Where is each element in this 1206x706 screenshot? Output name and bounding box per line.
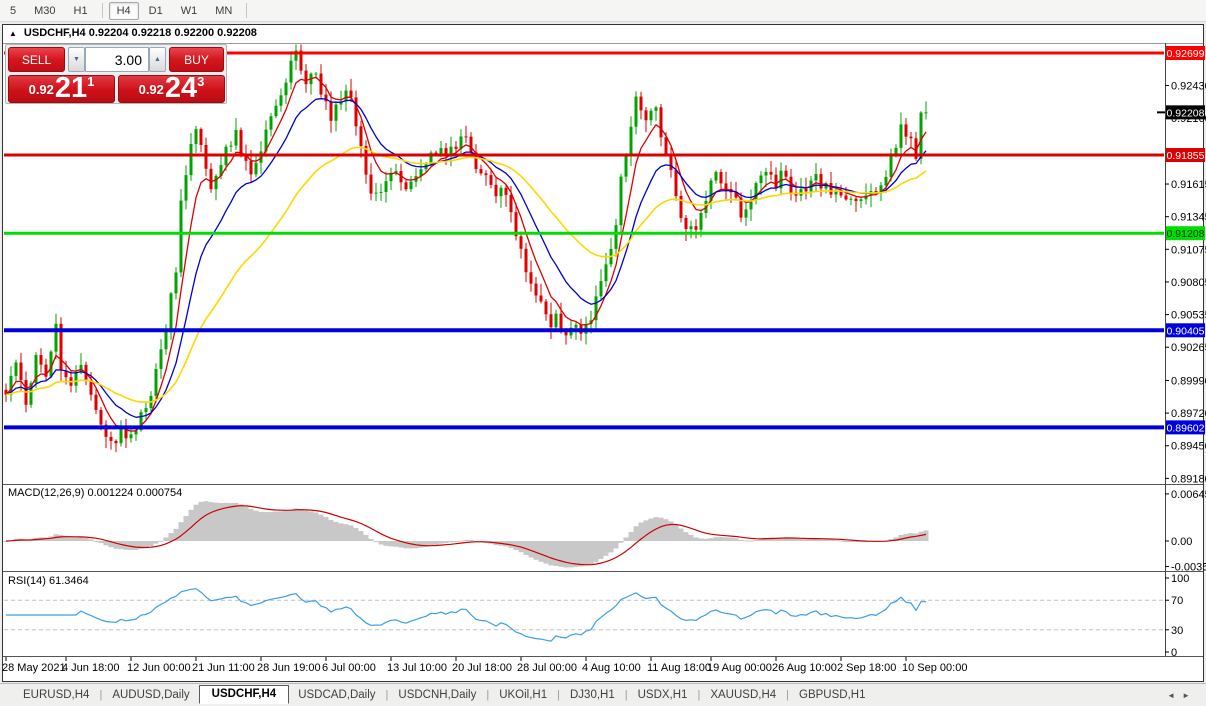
svg-text:0.00: 0.00	[1171, 536, 1192, 548]
chart-title-text: USDCHF,H4 0.92204 0.92218 0.92200 0.9220…	[24, 27, 257, 39]
timeframe-button-w1[interactable]: W1	[173, 2, 206, 20]
svg-text:0.92699: 0.92699	[1167, 48, 1205, 60]
svg-text:0.89180: 0.89180	[1171, 473, 1206, 485]
toolbar-separator	[246, 3, 247, 18]
chart-tab-bar: EURUSD,H4|AUDUSD,DailyUSDCHF,H4USDCAD,Da…	[0, 683, 1206, 706]
svg-text:28 May 2021: 28 May 2021	[2, 662, 66, 674]
volume-increase-button[interactable]: ▲	[149, 47, 166, 72]
scroll-right-icon[interactable]: ►	[1182, 691, 1197, 700]
volume-input[interactable]	[85, 47, 149, 72]
scroll-left-icon[interactable]: ◄	[1167, 691, 1182, 700]
svg-text:11 Aug 18:00: 11 Aug 18:00	[647, 662, 711, 674]
chart-tab-usdx[interactable]: USDX,H1	[629, 686, 697, 704]
chart-tab-gbpusd[interactable]: GBPUSD,H1	[790, 686, 874, 704]
svg-text:0.91615: 0.91615	[1171, 179, 1206, 191]
timeframe-button-h1[interactable]: H1	[66, 2, 96, 20]
one-click-trade-panel: SELL ▼ ▲ BUY 0.92 21 1 0.92 24 3	[5, 44, 227, 104]
timeframe-toolbar: 5M30H1 H4D1W1MN	[0, 0, 1206, 22]
timeframe-button-h4[interactable]: H4	[109, 2, 139, 20]
svg-text:19 Aug 00:00: 19 Aug 00:00	[707, 662, 772, 674]
buy-price-prefix: 0.92	[139, 82, 164, 97]
svg-text:4 Jun 18:00: 4 Jun 18:00	[62, 662, 120, 674]
svg-text:0: 0	[1171, 647, 1177, 659]
tab-separator: |	[697, 689, 700, 701]
chart-tab-usdchf[interactable]: USDCHF,H4	[199, 685, 290, 704]
tab-separator: |	[557, 689, 560, 701]
tab-separator: |	[786, 689, 789, 701]
timeframe-button-mn[interactable]: MN	[207, 2, 240, 20]
svg-text:0.89990: 0.89990	[1171, 375, 1206, 387]
rsi-indicator-label: RSI(14) 61.3464	[8, 575, 89, 587]
svg-text:12 Jun 00:00: 12 Jun 00:00	[127, 662, 191, 674]
buy-price-sup: 3	[197, 74, 204, 89]
timeframe-button-m30[interactable]: M30	[26, 2, 63, 20]
chart-title: ▲ USDCHF,H4 0.92204 0.92218 0.92200 0.92…	[9, 27, 257, 39]
svg-text:-0.00350: -0.00350	[1171, 562, 1206, 574]
svg-text:0.90405: 0.90405	[1167, 325, 1205, 337]
svg-text:20 Jul 18:00: 20 Jul 18:00	[452, 662, 512, 674]
svg-text:100: 100	[1171, 573, 1189, 585]
sell-price-box[interactable]: 0.92 21 1	[8, 75, 115, 103]
tab-separator: |	[486, 689, 489, 701]
svg-text:30: 30	[1171, 625, 1183, 637]
sell-button[interactable]: SELL	[8, 47, 65, 72]
svg-text:0.91075: 0.91075	[1171, 244, 1206, 256]
sell-price-prefix: 0.92	[29, 82, 54, 97]
macd-indicator-label: MACD(12,26,9) 0.001224 0.000754	[8, 487, 182, 499]
tab-separator: |	[625, 689, 628, 701]
svg-text:0.89602: 0.89602	[1167, 422, 1205, 434]
svg-text:2 Sep 18:00: 2 Sep 18:00	[837, 662, 896, 674]
svg-text:0.89720: 0.89720	[1171, 408, 1206, 420]
svg-text:0.90805: 0.90805	[1171, 277, 1206, 289]
buy-price-big: 24	[165, 75, 197, 102]
price-chart-canvas[interactable]: 0.924300.921600.916150.913450.910750.908…	[0, 0, 1206, 706]
svg-text:0.006451: 0.006451	[1171, 489, 1206, 501]
toolbar-separator	[102, 3, 103, 18]
svg-text:70: 70	[1171, 595, 1183, 607]
buy-price-box[interactable]: 0.92 24 3	[118, 75, 225, 103]
chart-tab-audusd[interactable]: AUDUSD,Daily	[103, 686, 198, 704]
svg-text:28 Jun 19:00: 28 Jun 19:00	[257, 662, 321, 674]
svg-text:0.89450: 0.89450	[1171, 441, 1206, 453]
chart-tab-xauusd[interactable]: XAUUSD,H4	[701, 686, 785, 704]
chart-tab-usdcnh[interactable]: USDCNH,Daily	[389, 686, 485, 704]
svg-text:28 Jul 00:00: 28 Jul 00:00	[517, 662, 577, 674]
svg-text:4 Aug 10:00: 4 Aug 10:00	[582, 662, 641, 674]
chart-tab-eurusd[interactable]: EURUSD,H4	[14, 686, 98, 704]
tab-scroll-arrows[interactable]: ◄►	[1167, 691, 1197, 700]
chart-tab-usdcad[interactable]: USDCAD,Daily	[289, 686, 384, 704]
svg-text:0.90535: 0.90535	[1171, 310, 1206, 322]
triangle-down-icon: ▼	[73, 56, 80, 63]
collapse-triangle-icon: ▲	[9, 29, 17, 38]
svg-text:0.91855: 0.91855	[1167, 150, 1205, 162]
svg-text:0.91208: 0.91208	[1167, 228, 1205, 240]
sell-price-sup: 1	[87, 74, 94, 89]
svg-text:26 Aug 10:00: 26 Aug 10:00	[772, 662, 837, 674]
svg-text:21 Jun 11:00: 21 Jun 11:00	[192, 662, 255, 674]
sell-price-big: 21	[55, 75, 87, 102]
chart-tab-dj30[interactable]: DJ30,H1	[561, 686, 624, 704]
svg-text:0.92208: 0.92208	[1167, 107, 1205, 119]
tab-separator: |	[386, 689, 389, 701]
svg-text:6 Jul 00:00: 6 Jul 00:00	[322, 662, 376, 674]
buy-button[interactable]: BUY	[169, 47, 224, 72]
svg-text:0.91345: 0.91345	[1171, 212, 1206, 224]
svg-text:13 Jul 10:00: 13 Jul 10:00	[387, 662, 447, 674]
timeframe-button-5[interactable]: 5	[2, 2, 24, 20]
timeframe-button-d1[interactable]: D1	[141, 2, 171, 20]
svg-text:0.92430: 0.92430	[1171, 81, 1206, 93]
tab-separator: |	[99, 689, 102, 701]
svg-text:10 Sep 00:00: 10 Sep 00:00	[902, 662, 967, 674]
volume-decrease-button[interactable]: ▼	[68, 47, 85, 72]
svg-text:0.90265: 0.90265	[1171, 342, 1206, 354]
triangle-up-icon: ▲	[154, 56, 161, 63]
chart-tab-ukoil[interactable]: UKOil,H1	[490, 686, 556, 704]
